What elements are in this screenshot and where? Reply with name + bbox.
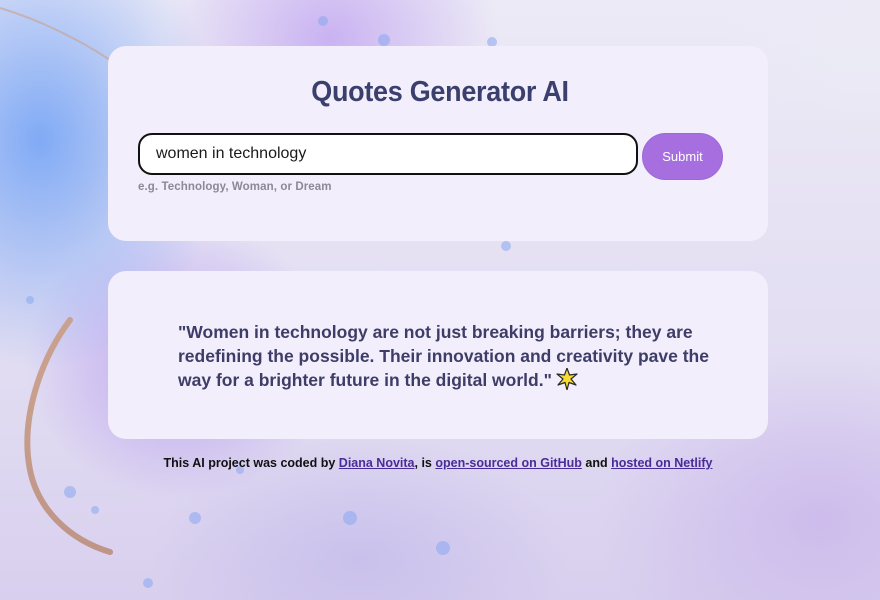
footer-credits: This AI project was coded by Diana Novit…	[0, 456, 876, 470]
gold-glitter-streak	[0, 7, 111, 61]
search-input[interactable]	[138, 133, 638, 175]
footer-middle-2: and	[581, 456, 612, 470]
footer-prefix: This AI project was coded by	[163, 456, 339, 470]
footer-middle-1: , is	[414, 456, 436, 470]
submit-button[interactable]: Submit	[642, 133, 723, 180]
netlify-link[interactable]: hosted on Netlify	[611, 456, 712, 470]
github-link[interactable]: open-sourced on GitHub	[435, 456, 582, 470]
sparkle-star-icon	[556, 367, 578, 396]
quote-text: "Women in technology are not just breaki…	[178, 320, 718, 396]
author-link[interactable]: Diana Novita	[339, 456, 415, 470]
quote-body: "Women in technology are not just breaki…	[178, 322, 709, 390]
page-title: Quotes Generator AI	[311, 76, 569, 108]
search-hint: e.g. Technology, Woman, or Dream	[138, 181, 332, 193]
gold-glitter-swirl	[24, 317, 113, 555]
